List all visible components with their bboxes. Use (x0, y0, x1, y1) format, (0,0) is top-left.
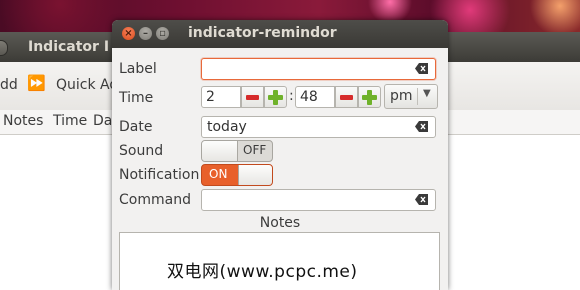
minute-input[interactable]: 48 (295, 86, 335, 108)
clear-icon[interactable] (415, 121, 429, 132)
maximize-icon[interactable]: ▫ (156, 27, 169, 40)
add-button[interactable]: dd (0, 77, 18, 93)
hour-increment-button[interactable] (264, 86, 287, 108)
sound-field-label: Sound (119, 143, 164, 159)
hour-value: 2 (206, 89, 215, 105)
date-input[interactable]: today (201, 116, 436, 138)
time-field-label: Time (119, 90, 154, 106)
clear-icon[interactable] (415, 63, 429, 74)
dropdown-separator (417, 88, 418, 105)
minute-increment-button[interactable] (358, 86, 381, 108)
date-field-label: Date (119, 119, 153, 135)
switch-knob (202, 141, 238, 161)
column-header-notes[interactable]: Notes (3, 113, 43, 129)
notification-switch[interactable]: ON (201, 164, 273, 186)
fast-forward-icon: ⏩ (27, 74, 46, 92)
minute-value: 48 (300, 89, 318, 105)
date-input-value: today (207, 119, 247, 135)
minus-icon (246, 95, 259, 100)
column-header-date[interactable]: Da (93, 113, 112, 129)
hour-input[interactable]: 2 (201, 86, 241, 108)
command-field-label: Command (119, 192, 191, 208)
notification-field-label: Notification (119, 167, 200, 183)
label-input[interactable] (201, 58, 436, 80)
column-header-time[interactable]: Time (53, 113, 87, 129)
main-window-button[interactable] (0, 40, 8, 56)
time-separator: : (289, 88, 294, 104)
plus-icon-vertical (367, 90, 372, 105)
notes-label: Notes (259, 215, 301, 231)
clear-icon[interactable] (415, 194, 429, 205)
close-icon[interactable]: × (122, 27, 135, 40)
minute-decrement-button[interactable] (335, 86, 358, 108)
label-field-label: Label (119, 61, 157, 77)
notification-switch-text: ON (209, 167, 228, 181)
sound-switch[interactable]: OFF (201, 140, 273, 162)
main-window-title: Indicator I (28, 39, 110, 55)
ampm-value: pm (390, 88, 413, 104)
ampm-dropdown[interactable]: pm ▼ (384, 84, 438, 109)
minus-icon (340, 95, 353, 100)
dialog-titlebar: × – ▫ indicator-remindor (112, 20, 448, 48)
plus-icon-vertical (273, 90, 278, 105)
minimize-icon[interactable]: – (139, 27, 152, 40)
quick-add-button[interactable]: Quick Ad (56, 77, 118, 93)
sound-switch-text: OFF (243, 143, 267, 157)
chevron-down-icon: ▼ (423, 88, 431, 99)
switch-knob (238, 165, 272, 185)
command-input[interactable] (201, 189, 436, 211)
reminder-dialog: × – ▫ indicator-remindor Label Time 2 : … (112, 20, 448, 290)
dialog-title: indicator-remindor (188, 25, 337, 41)
watermark: 双电网(www.pcpc.me) (167, 262, 358, 282)
hour-decrement-button[interactable] (241, 86, 264, 108)
